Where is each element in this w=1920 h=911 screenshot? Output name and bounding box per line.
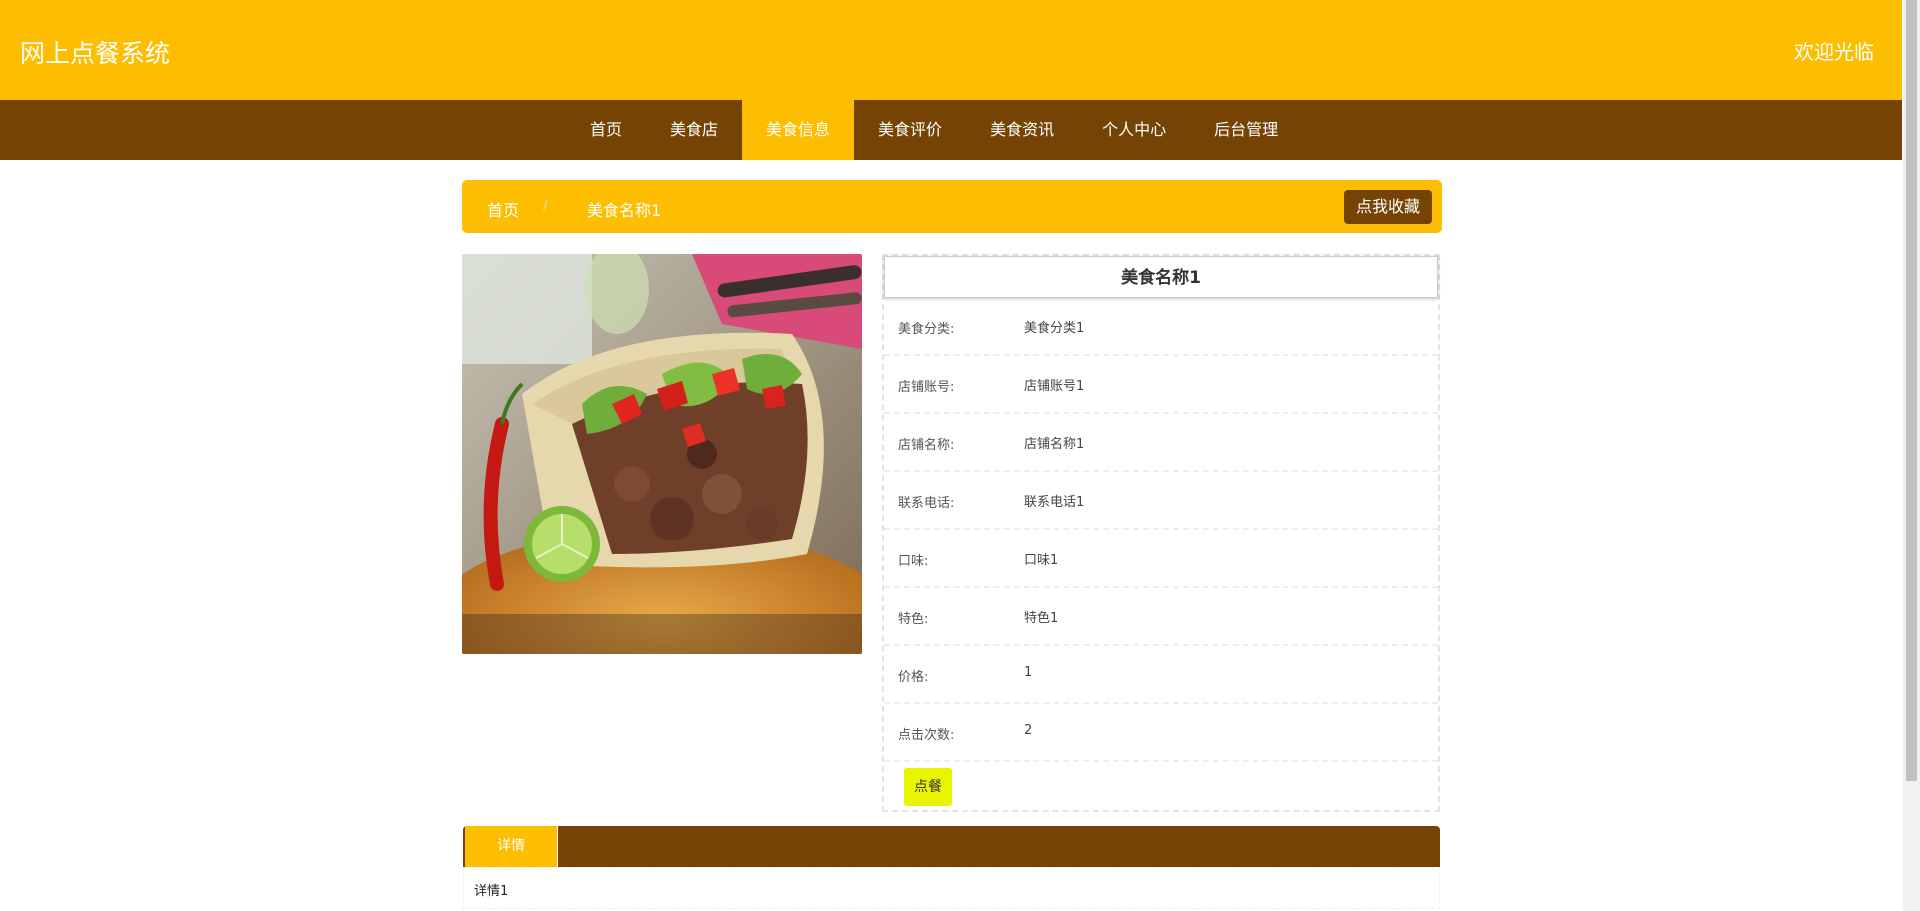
- welcome-text: 欢迎光临: [1794, 40, 1874, 64]
- detail-tabs: 详情: [463, 826, 1440, 867]
- field-label: 店铺名称:: [898, 438, 955, 453]
- field-label: 价格:: [898, 670, 929, 685]
- field-value: 联系电话1: [1024, 495, 1085, 510]
- nav-item-food-info[interactable]: 美食信息: [742, 100, 855, 160]
- field-row-store-account: 店铺账号: 店铺账号1: [884, 356, 1438, 414]
- field-row-feature: 特色: 特色1: [884, 588, 1438, 646]
- favorite-button[interactable]: 点我收藏: [1343, 190, 1432, 224]
- field-label: 点击次数:: [898, 728, 955, 743]
- field-label: 美食分类:: [898, 322, 955, 337]
- field-value: 2: [1024, 723, 1033, 738]
- field-label: 口味:: [898, 554, 929, 569]
- food-name-title: 美食名称1: [884, 256, 1438, 298]
- order-button[interactable]: 点餐: [904, 768, 952, 806]
- field-value: 特色1: [1024, 611, 1059, 626]
- nav-item-personal-center[interactable]: 个人中心: [1078, 100, 1190, 160]
- field-label: 店铺账号:: [898, 380, 955, 395]
- field-value: 美食分类1: [1024, 321, 1085, 336]
- field-value: 店铺账号1: [1024, 379, 1085, 394]
- field-row-store-name: 店铺名称: 店铺名称1: [884, 414, 1438, 472]
- field-row-phone: 联系电话: 联系电话1: [884, 472, 1438, 530]
- main-nav: 首页 美食店 美食信息 美食评价 美食资讯 个人中心 后台管理: [0, 100, 1902, 160]
- field-row-click-count: 点击次数: 2: [884, 704, 1438, 762]
- nav-item-food-news[interactable]: 美食资讯: [966, 100, 1078, 160]
- nav-item-admin[interactable]: 后台管理: [1190, 100, 1302, 160]
- field-label: 特色:: [898, 612, 929, 627]
- site-title: 网上点餐系统: [20, 39, 171, 68]
- nav-item-food-store[interactable]: 美食店: [646, 100, 742, 160]
- field-row-category: 美食分类: 美食分类1: [884, 298, 1438, 356]
- field-value: 店铺名称1: [1024, 437, 1085, 452]
- field-value: 1: [1024, 665, 1033, 680]
- nav-item-food-review[interactable]: 美食评价: [854, 100, 966, 160]
- field-row-price: 价格: 1: [884, 646, 1438, 704]
- field-row-taste: 口味: 口味1: [884, 530, 1438, 588]
- field-label: 联系电话:: [898, 496, 955, 511]
- detail-content: 详情1: [463, 867, 1440, 909]
- breadcrumb-separator: /: [543, 198, 548, 214]
- header: 网上点餐系统 欢迎光临: [0, 0, 1902, 100]
- food-detail-panel: 美食名称1 美食分类: 美食分类1 店铺账号: 店铺账号1 店铺名称: 店铺名称…: [882, 254, 1440, 812]
- scrollbar-thumb[interactable]: [1906, 0, 1917, 781]
- breadcrumb: 首页 / 美食名称1 点我收藏: [462, 180, 1442, 233]
- nav-items: 首页 美食店 美食信息 美食评价 美食资讯 个人中心 后台管理: [566, 100, 1302, 160]
- breadcrumb-current: 美食名称1: [587, 201, 662, 220]
- field-value: 口味1: [1024, 553, 1059, 568]
- breadcrumb-home[interactable]: 首页: [487, 197, 519, 221]
- tab-detail[interactable]: 详情: [465, 826, 558, 867]
- detail-text: 详情1: [474, 884, 509, 899]
- food-image: [462, 254, 862, 654]
- nav-item-home[interactable]: 首页: [566, 100, 646, 160]
